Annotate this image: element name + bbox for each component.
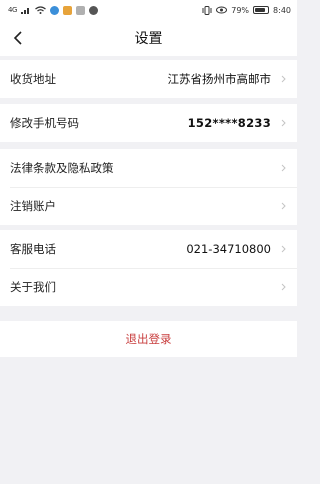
eye-comfort-icon bbox=[216, 6, 228, 14]
app-notification-icon bbox=[75, 5, 85, 15]
vibrate-icon bbox=[202, 5, 212, 15]
app-notification-icon bbox=[62, 5, 72, 15]
clock: 8:40 bbox=[273, 5, 291, 15]
phone-label: 修改手机号码 bbox=[10, 116, 79, 130]
about-row[interactable]: 关于我们 bbox=[0, 268, 297, 306]
phone-value: 152****8233 bbox=[187, 116, 271, 130]
service-phone-value: 021-34710800 bbox=[186, 242, 271, 256]
chevron-right-icon bbox=[279, 164, 287, 172]
address-label: 收货地址 bbox=[10, 72, 56, 86]
chevron-right-icon bbox=[279, 245, 287, 253]
logout-button[interactable]: 退出登录 bbox=[0, 321, 297, 357]
legal-label: 法律条款及隐私政策 bbox=[10, 161, 114, 175]
address-value: 江苏省扬州市高邮市 bbox=[167, 72, 272, 86]
page-title: 设置 bbox=[134, 31, 163, 47]
wifi-icon bbox=[35, 6, 46, 14]
battery-icon bbox=[253, 6, 270, 14]
settings-group-phone: 修改手机号码 152****8233 bbox=[0, 104, 297, 142]
cancel-account-row[interactable]: 注销账户 bbox=[0, 187, 297, 225]
cancel-account-label: 注销账户 bbox=[10, 199, 56, 213]
settings-group-address: 收货地址 江苏省扬州市高邮市 bbox=[0, 60, 297, 98]
phone-row[interactable]: 修改手机号码 152****8233 bbox=[0, 104, 297, 142]
status-bar-left: 4G bbox=[8, 5, 98, 15]
battery-percent: 79% bbox=[231, 5, 250, 15]
signal-indicator: 4G bbox=[8, 6, 17, 14]
app-notification-icon bbox=[49, 5, 59, 15]
status-bar: 4G 79% 8:40 bbox=[0, 0, 297, 20]
chevron-right-icon bbox=[279, 202, 287, 210]
status-bar-right: 79% 8:40 bbox=[202, 5, 291, 15]
back-button[interactable] bbox=[8, 28, 28, 48]
nav-bar: 设置 bbox=[0, 20, 297, 56]
service-phone-row[interactable]: 客服电话 021-34710800 bbox=[0, 230, 297, 268]
message-icon bbox=[88, 5, 98, 15]
about-label: 关于我们 bbox=[10, 280, 56, 294]
legal-row[interactable]: 法律条款及隐私政策 bbox=[0, 149, 297, 187]
signal-icon bbox=[20, 8, 29, 14]
chevron-right-icon bbox=[279, 283, 287, 291]
chevron-right-icon bbox=[279, 75, 287, 83]
address-row[interactable]: 收货地址 江苏省扬州市高邮市 bbox=[0, 60, 297, 98]
chevron-left-icon bbox=[13, 31, 22, 45]
chevron-right-icon bbox=[279, 119, 287, 127]
settings-group-legal: 法律条款及隐私政策 注销账户 bbox=[0, 149, 297, 225]
service-phone-label: 客服电话 bbox=[10, 242, 56, 256]
settings-group-support: 客服电话 021-34710800 关于我们 bbox=[0, 230, 297, 306]
